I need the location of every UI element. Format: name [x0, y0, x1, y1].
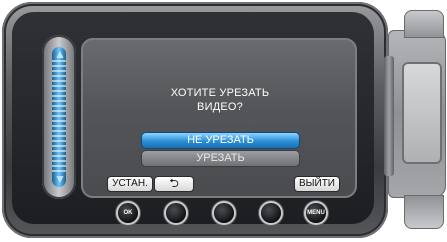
- lcd-screen: [81, 38, 357, 198]
- return-arrow-icon: ⮌: [169, 176, 179, 190]
- exit-button[interactable]: ВЫЙТИ: [295, 177, 339, 191]
- option-do-not-trim[interactable]: НЕ УРЕЗАТЬ: [142, 133, 299, 148]
- arrow-down-icon[interactable]: ▼: [54, 173, 66, 185]
- camera-side-top: [404, 10, 444, 38]
- dialog-message-line2: ВИДЕО?: [197, 101, 243, 113]
- hardware-button-4[interactable]: [261, 203, 281, 223]
- back-button[interactable]: ⮌: [155, 177, 193, 191]
- slider-stripes: [52, 60, 66, 174]
- dialog-message-line1: ХОТИТЕ УРЕЗАТЬ: [170, 87, 270, 99]
- camera-side-panel: [402, 62, 442, 164]
- hardware-button-2[interactable]: [166, 203, 186, 223]
- screen-hinge: [384, 56, 394, 176]
- menu-label: MENU: [307, 210, 325, 216]
- arrow-up-icon[interactable]: ▲: [54, 48, 66, 60]
- ok-hardware-button[interactable]: OK: [118, 203, 138, 223]
- camera-side-bottom: [404, 195, 444, 229]
- option-trim[interactable]: УРЕЗАТЬ: [142, 151, 299, 166]
- menu-hardware-button[interactable]: MENU: [306, 203, 326, 223]
- ok-label: OK: [123, 210, 133, 216]
- hardware-button-3[interactable]: [214, 203, 234, 223]
- set-button[interactable]: УСТАН.: [108, 177, 152, 191]
- dialog-message: ХОТИТЕ УРЕЗАТЬ ВИДЕО?: [82, 86, 358, 114]
